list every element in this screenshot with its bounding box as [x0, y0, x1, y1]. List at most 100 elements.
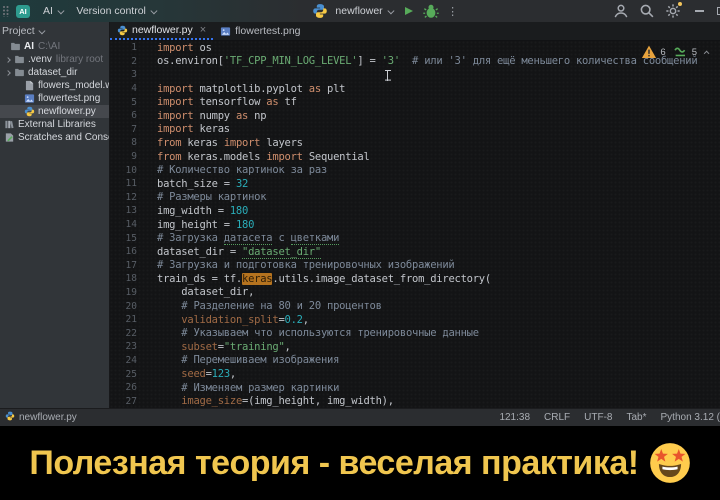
code-text: # Количество картинок за раз [157, 164, 327, 176]
chevron-down-icon [58, 7, 64, 13]
line-number[interactable]: 25 [110, 369, 146, 380]
line-number[interactable]: 23 [110, 341, 146, 352]
line-number[interactable]: 7 [110, 124, 146, 135]
code-text: dataset_dir = "dataset_dir" [157, 246, 321, 258]
line-number[interactable]: 2 [110, 56, 146, 67]
code-line[interactable]: 13img_width = 180 [110, 204, 720, 218]
run-configuration-selector[interactable]: newflower [332, 2, 395, 20]
line-number[interactable]: 12 [110, 192, 146, 203]
ai-menu[interactable]: AI [36, 2, 69, 20]
line-number[interactable]: 9 [110, 151, 146, 162]
tree-item-External Libraries[interactable]: External Libraries [0, 118, 109, 131]
line-number[interactable]: 8 [110, 137, 146, 148]
caption-banner: Полезная теория - веселая практика! [0, 426, 720, 500]
code-line[interactable]: 24 # Перемешиваем изображения [110, 354, 720, 368]
debug-button[interactable] [423, 3, 439, 19]
chevron-up-icon[interactable] [704, 51, 710, 57]
run-button[interactable] [405, 7, 413, 15]
chevron-right-icon[interactable] [5, 57, 11, 63]
code-line[interactable]: 6import numpy as np [110, 109, 720, 123]
tab-newflower.py[interactable]: newflower.py× [110, 22, 213, 40]
code-line[interactable]: 22 # Указываем что используются трениров… [110, 326, 720, 340]
code-line[interactable]: 9from keras.models import Sequential [110, 150, 720, 164]
status-segment[interactable]: 121:38 [499, 412, 530, 423]
code-line[interactable]: 3 [110, 68, 720, 82]
folder-icon [14, 54, 25, 65]
line-number[interactable]: 16 [110, 246, 146, 257]
tree-item-label: AI [24, 41, 34, 52]
tree-item-.venv[interactable]: .venvlibrary root [0, 53, 109, 66]
code-line[interactable]: 7import keras [110, 123, 720, 137]
tree-item-newflower.py[interactable]: newflower.py [0, 105, 109, 118]
line-number[interactable]: 11 [110, 178, 146, 189]
code-line[interactable]: 20 # Разделение на 80 и 20 процентов [110, 299, 720, 313]
line-number[interactable]: 5 [110, 97, 146, 108]
code-line[interactable]: 8from keras import layers [110, 136, 720, 150]
tab-flowertest.png[interactable]: flowertest.png [213, 22, 307, 40]
folder-icon [14, 67, 25, 78]
status-segment[interactable]: UTF-8 [584, 412, 612, 423]
line-number[interactable]: 13 [110, 205, 146, 216]
tree-item-flowertest.png[interactable]: flowertest.png [0, 92, 109, 105]
tree-item-Scratches and Consoles[interactable]: Scratches and Consoles [0, 131, 109, 144]
tree-item-flowers_model.weights.h5[interactable]: flowers_model.weights.h5 [0, 79, 109, 92]
code-line[interactable]: 16 dataset_dir = "dataset_dir" [110, 245, 720, 259]
line-number[interactable]: 6 [110, 110, 146, 121]
code-line[interactable]: 5import tensorflow as tf [110, 95, 720, 109]
line-number[interactable]: 20 [110, 301, 146, 312]
tree-item-annotation: library root [56, 54, 103, 65]
search-icon[interactable] [639, 3, 655, 19]
code-line[interactable]: 10 # Количество картинок за раз [110, 163, 720, 177]
drag-handle-icon[interactable] [3, 6, 10, 17]
line-number[interactable]: 27 [110, 396, 146, 407]
code-line[interactable]: 11batch_size = 32 [110, 177, 720, 191]
code-line[interactable]: 19 dataset_dir, [110, 286, 720, 300]
line-number[interactable]: 22 [110, 328, 146, 339]
project-panel-header[interactable]: Project [0, 22, 109, 40]
line-number[interactable]: 18 [110, 273, 146, 284]
settings-gear-icon[interactable] [665, 3, 681, 19]
code-line[interactable]: 1import os [110, 41, 720, 55]
status-segment[interactable]: Tab* [627, 412, 647, 423]
code-line[interactable]: 12# Размеры картинок [110, 191, 720, 205]
tree-item-dataset_dir[interactable]: dataset_dir [0, 66, 109, 79]
code-line[interactable]: 2os.environ['TF_CPP_MIN_LOG_LEVEL'] = '3… [110, 55, 720, 69]
line-number[interactable]: 1 [110, 42, 146, 53]
minimize-button[interactable] [691, 3, 707, 19]
line-number[interactable]: 3 [110, 69, 146, 80]
status-segment[interactable]: CRLF [544, 412, 570, 423]
code-line[interactable]: 25 seed=123, [110, 367, 720, 381]
code-line[interactable]: 17# Загрузка и подготовка тренировочных … [110, 259, 720, 273]
line-number[interactable]: 4 [110, 83, 146, 94]
line-number[interactable]: 26 [110, 382, 146, 393]
close-icon[interactable]: × [200, 25, 206, 36]
status-segment[interactable]: Python 3.12 ( [661, 412, 720, 423]
line-number[interactable]: 24 [110, 355, 146, 366]
version-control-menu[interactable]: Version control [69, 2, 162, 20]
code-editor[interactable]: 1import os2os.environ['TF_CPP_MIN_LOG_LE… [110, 41, 720, 408]
line-number[interactable]: 17 [110, 260, 146, 271]
more-actions-button[interactable]: ⋮ [447, 5, 458, 18]
line-number[interactable]: 21 [110, 314, 146, 325]
ai-logo-icon: AI [16, 5, 30, 18]
tree-item-AI[interactable]: AIC:\AI [0, 40, 109, 53]
line-number[interactable]: 14 [110, 219, 146, 230]
inspections-widget[interactable]: 6 5 [641, 44, 710, 60]
code-line[interactable]: 14img_height = 180 [110, 218, 720, 232]
line-number[interactable]: 19 [110, 287, 146, 298]
code-line[interactable]: 23 subset="training", [110, 340, 720, 354]
code-line[interactable]: 27 image_size=(img_height, img_width), [110, 394, 720, 408]
code-text: dataset_dir, [157, 286, 254, 298]
code-line[interactable]: 18train_ds = tf.keras.utils.image_datase… [110, 272, 720, 286]
line-number[interactable]: 10 [110, 165, 146, 176]
chevron-right-icon[interactable] [5, 70, 11, 76]
status-file[interactable]: newflower.py [5, 411, 77, 424]
project-panel-title: Project [2, 25, 35, 37]
code-with-me-user-icon[interactable] [613, 3, 629, 19]
code-line[interactable]: 4import matplotlib.pyplot as plt [110, 82, 720, 96]
folder-icon [10, 41, 21, 52]
line-number[interactable]: 15 [110, 233, 146, 244]
code-line[interactable]: 26 # Изменяем размер картинки [110, 381, 720, 395]
code-line[interactable]: 21 validation_split=0.2, [110, 313, 720, 327]
code-line[interactable]: 15# Загрузка датасета с цветками [110, 231, 720, 245]
